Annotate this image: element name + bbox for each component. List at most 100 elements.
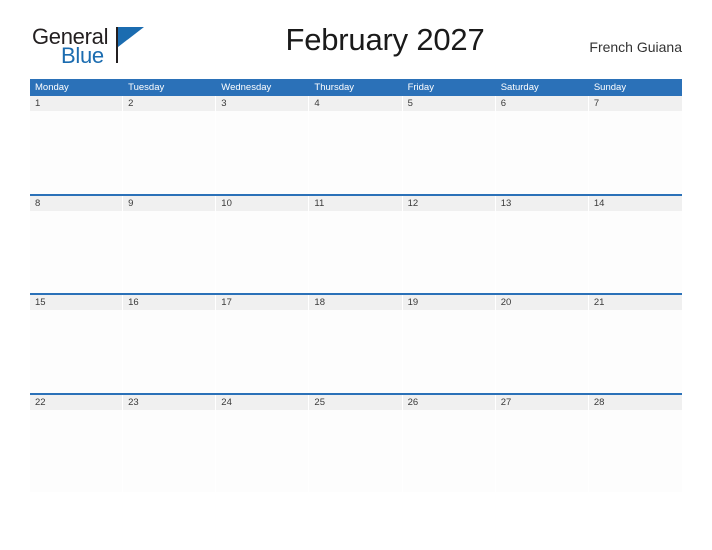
day-number: 3 bbox=[216, 96, 309, 111]
day-body[interactable] bbox=[495, 310, 588, 393]
weekday-header-sunday: Sunday bbox=[593, 82, 627, 93]
day-number: 9 bbox=[123, 195, 216, 211]
day-number: 10 bbox=[216, 195, 309, 211]
day-number: 20 bbox=[495, 295, 588, 310]
day-cell[interactable]: 4 bbox=[309, 96, 403, 194]
day-body[interactable] bbox=[402, 111, 495, 194]
day-body[interactable] bbox=[402, 409, 495, 492]
day-cell[interactable]: 14 bbox=[588, 195, 682, 293]
day-number: 19 bbox=[402, 295, 495, 310]
day-number: 22 bbox=[30, 394, 123, 410]
general-blue-logo[interactable]: General Blue bbox=[30, 26, 190, 72]
weekday-header-wednesday: Wednesday bbox=[221, 82, 272, 93]
page-title: February 2027 bbox=[285, 22, 485, 57]
day-number: 5 bbox=[402, 96, 495, 111]
day-cell[interactable]: 2 bbox=[123, 96, 217, 194]
day-cell[interactable]: 10 bbox=[216, 195, 310, 293]
day-number: 11 bbox=[309, 195, 402, 211]
location-label: French Guiana bbox=[589, 39, 682, 55]
day-body[interactable] bbox=[30, 409, 123, 492]
day-body[interactable] bbox=[588, 409, 682, 492]
day-body[interactable] bbox=[123, 111, 216, 194]
weekday-header-friday: Friday bbox=[407, 82, 434, 93]
day-number: 24 bbox=[216, 394, 309, 410]
logo-flag-icon bbox=[118, 27, 144, 47]
day-cell[interactable]: 6 bbox=[495, 96, 589, 194]
day-cell[interactable]: 7 bbox=[588, 96, 682, 194]
day-cell[interactable]: 8 bbox=[30, 195, 124, 293]
day-cell[interactable]: 17 bbox=[216, 295, 310, 393]
day-cell[interactable]: 5 bbox=[402, 96, 496, 194]
day-number: 1 bbox=[30, 96, 123, 111]
calendar-page: General Blue February 2027 French Guiana… bbox=[0, 0, 712, 550]
day-body[interactable] bbox=[123, 409, 216, 492]
day-number: 2 bbox=[123, 96, 216, 111]
day-cell[interactable]: 26 bbox=[402, 394, 496, 492]
day-body[interactable] bbox=[123, 310, 216, 393]
day-number: 28 bbox=[588, 394, 682, 410]
day-cell[interactable]: 23 bbox=[123, 394, 217, 492]
day-number: 27 bbox=[495, 394, 588, 410]
day-body[interactable] bbox=[216, 210, 309, 293]
day-cell[interactable]: 1 bbox=[30, 96, 124, 194]
day-number: 15 bbox=[30, 295, 123, 310]
day-cell[interactable]: 25 bbox=[309, 394, 403, 492]
day-cell[interactable]: 22 bbox=[30, 394, 124, 492]
day-number: 12 bbox=[402, 195, 495, 211]
day-body[interactable] bbox=[588, 310, 682, 393]
weekday-header-thursday: Thursday bbox=[314, 82, 355, 93]
day-number: 6 bbox=[495, 96, 588, 111]
day-body[interactable] bbox=[309, 310, 402, 393]
day-cell[interactable]: 13 bbox=[495, 195, 589, 293]
day-body[interactable] bbox=[309, 210, 402, 293]
day-cell[interactable]: 24 bbox=[216, 394, 310, 492]
weekday-header-saturday: Saturday bbox=[500, 82, 539, 93]
day-number: 16 bbox=[123, 295, 216, 310]
day-body[interactable] bbox=[588, 210, 682, 293]
week-row: 22 23 24 25 26 27 28 bbox=[30, 392, 682, 492]
day-cell[interactable]: 12 bbox=[402, 195, 496, 293]
day-body[interactable] bbox=[30, 210, 123, 293]
day-cell[interactable]: 27 bbox=[495, 394, 589, 492]
day-body[interactable] bbox=[309, 409, 402, 492]
day-number: 4 bbox=[309, 96, 402, 111]
day-number: 21 bbox=[588, 295, 682, 310]
day-cell[interactable]: 9 bbox=[123, 195, 217, 293]
day-cell[interactable]: 15 bbox=[30, 295, 124, 393]
day-body[interactable] bbox=[495, 111, 588, 194]
day-cell[interactable]: 28 bbox=[588, 394, 682, 492]
day-number: 8 bbox=[30, 195, 123, 211]
day-body[interactable] bbox=[30, 111, 123, 194]
day-cell[interactable]: 3 bbox=[216, 96, 310, 194]
day-number: 17 bbox=[216, 295, 309, 310]
day-body[interactable] bbox=[402, 310, 495, 393]
day-body[interactable] bbox=[588, 111, 682, 194]
day-body[interactable] bbox=[495, 210, 588, 293]
day-number: 7 bbox=[588, 96, 682, 111]
day-cell[interactable]: 18 bbox=[309, 295, 403, 393]
day-body[interactable] bbox=[216, 409, 309, 492]
calendar-grid: Monday Tuesday Wednesday Thursday Friday… bbox=[30, 79, 682, 492]
day-cell[interactable]: 21 bbox=[588, 295, 682, 393]
week-row: 15 16 17 18 19 20 21 bbox=[30, 293, 682, 393]
day-body[interactable] bbox=[216, 310, 309, 393]
day-number: 26 bbox=[402, 394, 495, 410]
weekday-header-row: Monday Tuesday Wednesday Thursday Friday… bbox=[30, 79, 682, 96]
day-number: 14 bbox=[588, 195, 682, 211]
day-number: 13 bbox=[495, 195, 588, 211]
day-body[interactable] bbox=[216, 111, 309, 194]
day-cell[interactable]: 16 bbox=[123, 295, 217, 393]
day-cell[interactable]: 11 bbox=[309, 195, 403, 293]
day-body[interactable] bbox=[30, 310, 123, 393]
day-body[interactable] bbox=[402, 210, 495, 293]
day-cell[interactable]: 19 bbox=[402, 295, 496, 393]
day-body[interactable] bbox=[309, 111, 402, 194]
day-cell[interactable]: 20 bbox=[495, 295, 589, 393]
weekday-header-tuesday: Tuesday bbox=[128, 82, 165, 93]
day-body[interactable] bbox=[123, 210, 216, 293]
week-row: 1 2 3 4 5 6 7 bbox=[30, 96, 682, 194]
week-row: 8 9 10 11 12 13 14 bbox=[30, 193, 682, 293]
day-body[interactable] bbox=[495, 409, 588, 492]
logo-text-blue: Blue bbox=[61, 43, 104, 68]
day-number: 25 bbox=[309, 394, 402, 410]
